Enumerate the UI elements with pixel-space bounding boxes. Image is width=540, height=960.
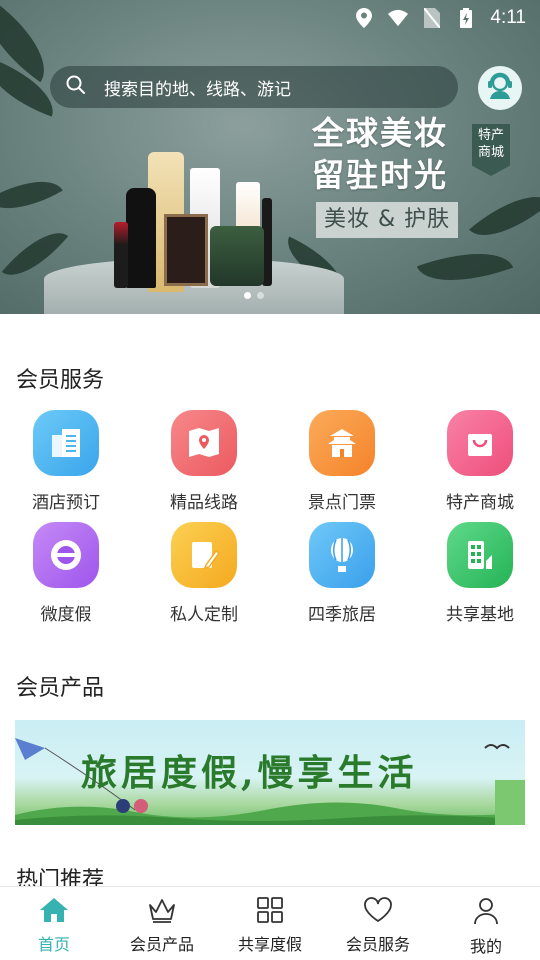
- search-bar[interactable]: 搜索目的地、线路、游记: [50, 66, 458, 108]
- service-tickets[interactable]: 景点门票: [282, 410, 402, 513]
- member-product-banner[interactable]: 旅居度假,慢享生活: [15, 720, 525, 825]
- service-seasonal-living[interactable]: 四季旅居: [282, 522, 402, 625]
- map-pin-icon: [171, 410, 237, 476]
- nav-home[interactable]: 首页: [0, 887, 108, 960]
- nav-label: 会员产品: [129, 935, 194, 954]
- balloon-icon: [309, 522, 375, 588]
- crown-icon: [147, 897, 177, 927]
- product-banner-text: 旅居度假,慢享生活: [81, 752, 418, 794]
- shopping-bag-icon: [447, 410, 513, 476]
- service-micro-vacation[interactable]: 微度假: [6, 522, 126, 625]
- user-icon: [473, 897, 499, 929]
- wifi-icon: [388, 8, 409, 28]
- promo-title: 全球美妆 留驻时光: [312, 112, 448, 196]
- bottom-nav: 首页 会员产品 共享度假 会员服务 我的: [0, 886, 540, 960]
- battery-charging-icon: [456, 8, 476, 28]
- customer-service-button[interactable]: [478, 66, 522, 110]
- service-label: 共享基地: [446, 605, 514, 625]
- carousel-dot[interactable]: [244, 292, 251, 299]
- hero-banner[interactable]: 4:11 搜索目的地、线路、游记 全球美妆 留驻时光 特产 商城 美妆 & 护肤: [0, 0, 540, 314]
- nav-mine[interactable]: 我的: [432, 887, 540, 960]
- no-sim-icon: [422, 8, 442, 28]
- service-label: 酒店预订: [32, 493, 100, 513]
- nav-label: 会员服务: [345, 935, 410, 954]
- carousel-indicator: [244, 292, 264, 299]
- building-icon: [447, 522, 513, 588]
- promo-title-line1: 全球美妆: [312, 114, 449, 152]
- foliage-decoration: [469, 178, 540, 254]
- service-specialty-mall[interactable]: 特产商城: [420, 410, 540, 513]
- search-placeholder: 搜索目的地、线路、游记: [104, 79, 291, 100]
- member-products-title: 会员产品: [16, 676, 105, 701]
- eyeshadow-palette-illustration: [164, 214, 208, 286]
- service-label: 私人定制: [170, 605, 238, 625]
- eye-icon: [33, 522, 99, 588]
- foliage-decoration: [416, 235, 514, 299]
- lipstick-illustration: [114, 222, 128, 288]
- service-label: 四季旅居: [308, 605, 376, 625]
- nav-shared-vacation[interactable]: 共享度假: [216, 887, 324, 960]
- home-icon: [39, 897, 69, 927]
- foliage-decoration: [0, 164, 63, 226]
- promo-tag-line2: 商城: [477, 145, 504, 160]
- service-label: 特产商城: [446, 493, 514, 513]
- carousel-dot[interactable]: [257, 292, 264, 299]
- promo-title-line2: 留驻时光: [312, 156, 449, 194]
- nav-label: 首页: [37, 935, 70, 954]
- service-label: 景点门票: [308, 493, 376, 513]
- search-icon: [66, 75, 86, 99]
- nav-label: 我的: [469, 937, 502, 956]
- member-services-title: 会员服务: [16, 368, 105, 393]
- nav-member-products[interactable]: 会员产品: [108, 887, 216, 960]
- customer-service-icon: [485, 71, 515, 105]
- status-time: 4:11: [490, 7, 526, 28]
- serum-bottle-illustration: [126, 188, 156, 288]
- grid-icon: [256, 897, 284, 927]
- service-private-custom[interactable]: 私人定制: [144, 522, 264, 625]
- heart-icon: [363, 897, 393, 927]
- location-icon: [354, 8, 374, 28]
- service-label: 精品线路: [170, 493, 238, 513]
- service-label: 微度假: [40, 605, 92, 625]
- promo-tag-line1: 特产: [477, 128, 504, 143]
- temple-icon: [309, 410, 375, 476]
- nav-label: 共享度假: [237, 935, 302, 954]
- promo-tag: 特产 商城: [472, 124, 510, 176]
- cream-jar-illustration: [210, 226, 264, 286]
- hotel-icon: [33, 410, 99, 476]
- status-bar: 4:11: [0, 0, 540, 36]
- edit-icon: [171, 522, 237, 588]
- service-hotel[interactable]: 酒店预订: [6, 410, 126, 513]
- promo-subtitle: 美妆 & 护肤: [316, 202, 459, 238]
- service-shared-base[interactable]: 共享基地: [420, 522, 540, 625]
- nav-member-services[interactable]: 会员服务: [324, 887, 432, 960]
- service-boutique-route[interactable]: 精品线路: [144, 410, 264, 513]
